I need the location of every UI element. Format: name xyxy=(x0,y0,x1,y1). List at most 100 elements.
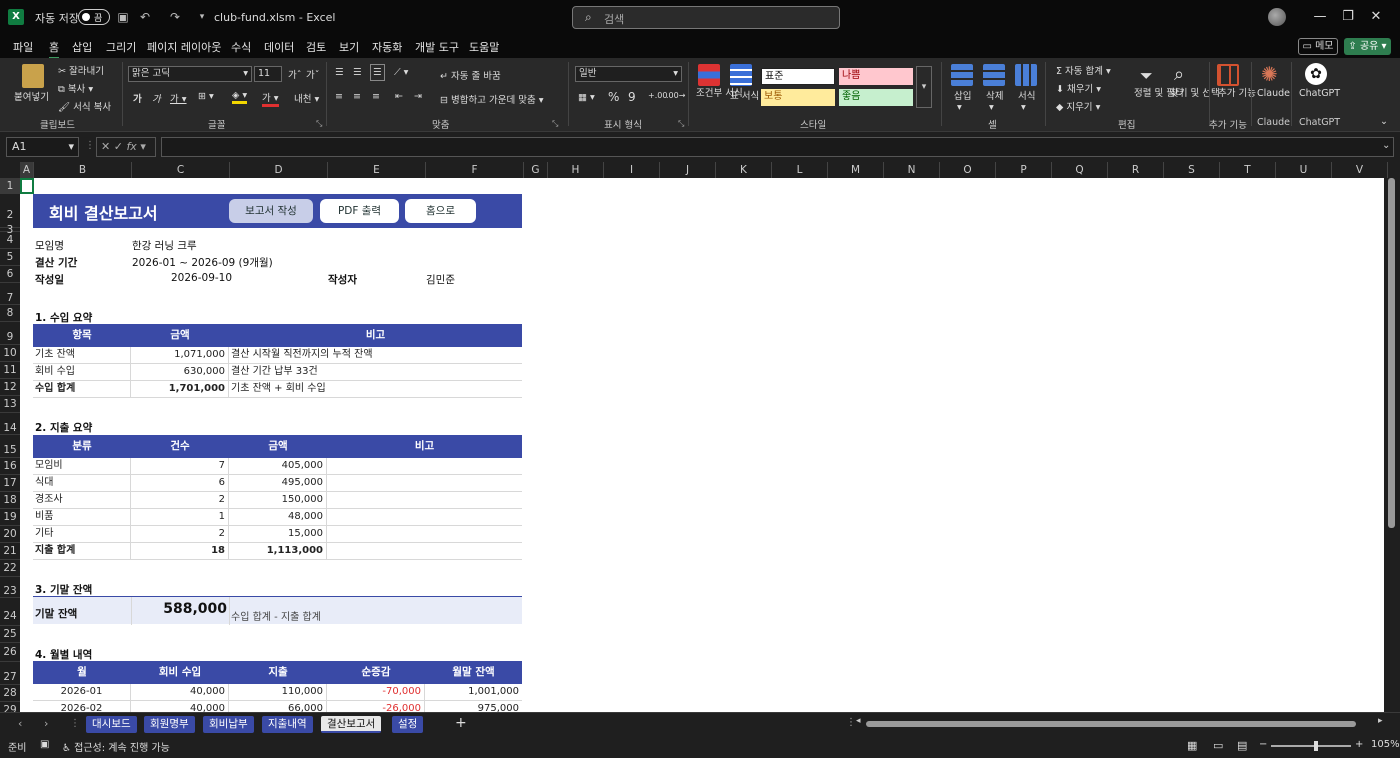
row-header[interactable]: 21 xyxy=(0,543,20,560)
orientation-icon[interactable]: ⟋ ▾ xyxy=(394,67,408,78)
format-cells-icon[interactable] xyxy=(1015,64,1037,86)
row-header[interactable]: 4 xyxy=(0,232,20,249)
column-header[interactable]: L xyxy=(772,162,828,178)
home-button[interactable]: 홈으로 xyxy=(405,199,476,223)
tab-settings[interactable]: 설정 xyxy=(392,716,424,733)
row-header[interactable]: 20 xyxy=(0,526,20,543)
column-header[interactable]: F xyxy=(426,162,524,178)
row-header[interactable]: 25 xyxy=(0,626,20,643)
insert-cells-button[interactable]: 삽입 ▾ xyxy=(954,88,971,113)
addins-icon[interactable] xyxy=(1217,64,1239,86)
column-header[interactable]: P xyxy=(996,162,1052,178)
claude-icon[interactable]: ✺ xyxy=(1261,62,1278,86)
tab-expenses[interactable]: 지출내역 xyxy=(262,716,313,733)
border-icon[interactable]: ⊞ ▾ xyxy=(198,91,214,102)
row-header[interactable]: 5 xyxy=(0,249,20,266)
font-size-select[interactable]: 11 xyxy=(254,66,282,82)
comments-button[interactable]: ▭ 메모 xyxy=(1298,38,1338,55)
decrease-indent-icon[interactable]: ⇤ xyxy=(395,91,403,102)
column-header[interactable]: N xyxy=(884,162,940,178)
styles-more-icon[interactable]: ▾ xyxy=(916,66,932,108)
row-header[interactable]: 9 xyxy=(0,322,20,345)
wrap-text-button[interactable]: ↵ 자동 줄 바꿈 xyxy=(440,68,501,82)
column-header[interactable]: H xyxy=(548,162,604,178)
column-header[interactable]: B xyxy=(34,162,132,178)
menu-view[interactable]: 보기 xyxy=(339,39,359,55)
active-cell[interactable] xyxy=(20,178,34,194)
tab-members[interactable]: 회원명부 xyxy=(144,716,195,733)
zoom-slider[interactable] xyxy=(1271,745,1351,747)
row-header[interactable]: 10 xyxy=(0,345,20,362)
style-bad[interactable]: 나쁨 xyxy=(839,68,913,85)
shrink-font-icon[interactable]: 가ˇ xyxy=(306,67,320,81)
menu-file[interactable]: 파일 xyxy=(13,39,33,55)
save-icon[interactable]: ▣ xyxy=(116,10,130,24)
tab-payments[interactable]: 회비납부 xyxy=(203,716,254,733)
avatar[interactable] xyxy=(1268,8,1286,26)
menu-page-layout[interactable]: 페이지 레이아웃 xyxy=(147,39,221,55)
copy-button[interactable]: ⧉ 복사 ▾ xyxy=(58,81,93,95)
number-launcher-icon[interactable]: ⤡ xyxy=(678,119,684,129)
column-header[interactable]: R xyxy=(1108,162,1164,178)
row-header[interactable]: 7 xyxy=(0,283,20,305)
find-icon[interactable]: ⌕ xyxy=(1174,64,1184,85)
tab-settlement-report[interactable]: 결산보고서 xyxy=(321,716,382,733)
increase-decimal-icon[interactable]: +.00 xyxy=(648,91,667,100)
menu-review[interactable]: 검토 xyxy=(306,39,326,55)
align-bottom-icon[interactable]: ☰ xyxy=(370,64,385,81)
tab-scroll-left-icon[interactable]: ‹ xyxy=(18,717,22,730)
close-icon[interactable]: ✕ xyxy=(1366,9,1386,25)
column-header[interactable]: T xyxy=(1220,162,1276,178)
row-header[interactable]: 27 xyxy=(0,662,20,685)
align-center-icon[interactable]: ≡ xyxy=(353,91,361,102)
minimize-icon[interactable]: — xyxy=(1310,9,1330,25)
customize-qat-icon[interactable]: ▾ xyxy=(195,10,209,24)
style-normal[interactable]: 표준 xyxy=(761,68,835,85)
accounting-format-icon[interactable]: ▦ ▾ xyxy=(578,92,595,103)
zoom-out-icon[interactable]: − xyxy=(1259,739,1267,750)
autosum-button[interactable]: Σ 자동 합계 ▾ xyxy=(1056,63,1111,77)
format-table-icon[interactable] xyxy=(730,64,752,86)
row-header[interactable]: 13 xyxy=(0,396,20,413)
row-header[interactable]: 6 xyxy=(0,266,20,283)
delete-cells-icon[interactable] xyxy=(983,64,1005,86)
column-header[interactable]: S xyxy=(1164,162,1220,178)
row-header[interactable]: 28 xyxy=(0,685,20,702)
column-header[interactable]: M xyxy=(828,162,884,178)
menu-home[interactable]: 홈 xyxy=(49,39,60,59)
column-header[interactable]: C xyxy=(132,162,230,178)
row-header[interactable]: 8 xyxy=(0,305,20,322)
column-header[interactable]: J xyxy=(660,162,716,178)
vertical-scrollbar[interactable] xyxy=(1384,178,1400,712)
row-header[interactable]: 24 xyxy=(0,598,20,626)
column-header[interactable]: U xyxy=(1276,162,1332,178)
delete-cells-button[interactable]: 삭제 ▾ xyxy=(986,88,1003,113)
page-layout-view-icon[interactable]: ▭ xyxy=(1213,739,1223,752)
grow-font-icon[interactable]: 가ˆ xyxy=(288,67,302,81)
font-color-icon[interactable]: 가 ▾ xyxy=(262,90,279,107)
vertical-scroll-thumb[interactable] xyxy=(1388,178,1395,528)
undo-icon[interactable]: ↶ xyxy=(138,10,152,24)
column-header[interactable]: D xyxy=(230,162,328,178)
font-launcher-icon[interactable]: ⤡ xyxy=(316,119,322,129)
zoom-slider-thumb[interactable] xyxy=(1314,741,1318,751)
autosave-toggle[interactable]: 끔 xyxy=(78,9,110,25)
number-format-select[interactable]: 일반 ▾ xyxy=(575,66,682,82)
menu-help[interactable]: 도움말 xyxy=(469,39,499,55)
menu-developer[interactable]: 개발 도구 xyxy=(415,39,459,55)
format-cells-button[interactable]: 서식 ▾ xyxy=(1018,88,1035,113)
page-break-view-icon[interactable]: ▤ xyxy=(1237,739,1247,752)
row-header[interactable]: 12 xyxy=(0,379,20,396)
claude-button[interactable]: Claude xyxy=(1257,88,1290,99)
decrease-decimal-icon[interactable]: .00→ xyxy=(666,91,685,100)
row-header[interactable]: 29 xyxy=(0,702,20,712)
menu-automate[interactable]: 자동화 xyxy=(372,39,402,55)
add-sheet-icon[interactable]: + xyxy=(455,715,467,731)
expand-formula-icon[interactable]: ⌄ xyxy=(1382,140,1390,151)
comma-icon[interactable]: 9 xyxy=(628,90,636,104)
collapse-ribbon-icon[interactable]: ⌄ xyxy=(1380,116,1388,127)
pdf-export-button[interactable]: PDF 출력 xyxy=(320,199,399,223)
hscroll-right-icon[interactable]: ▸ xyxy=(1378,716,1383,726)
column-header[interactable]: K xyxy=(716,162,772,178)
row-header[interactable]: 17 xyxy=(0,475,20,492)
